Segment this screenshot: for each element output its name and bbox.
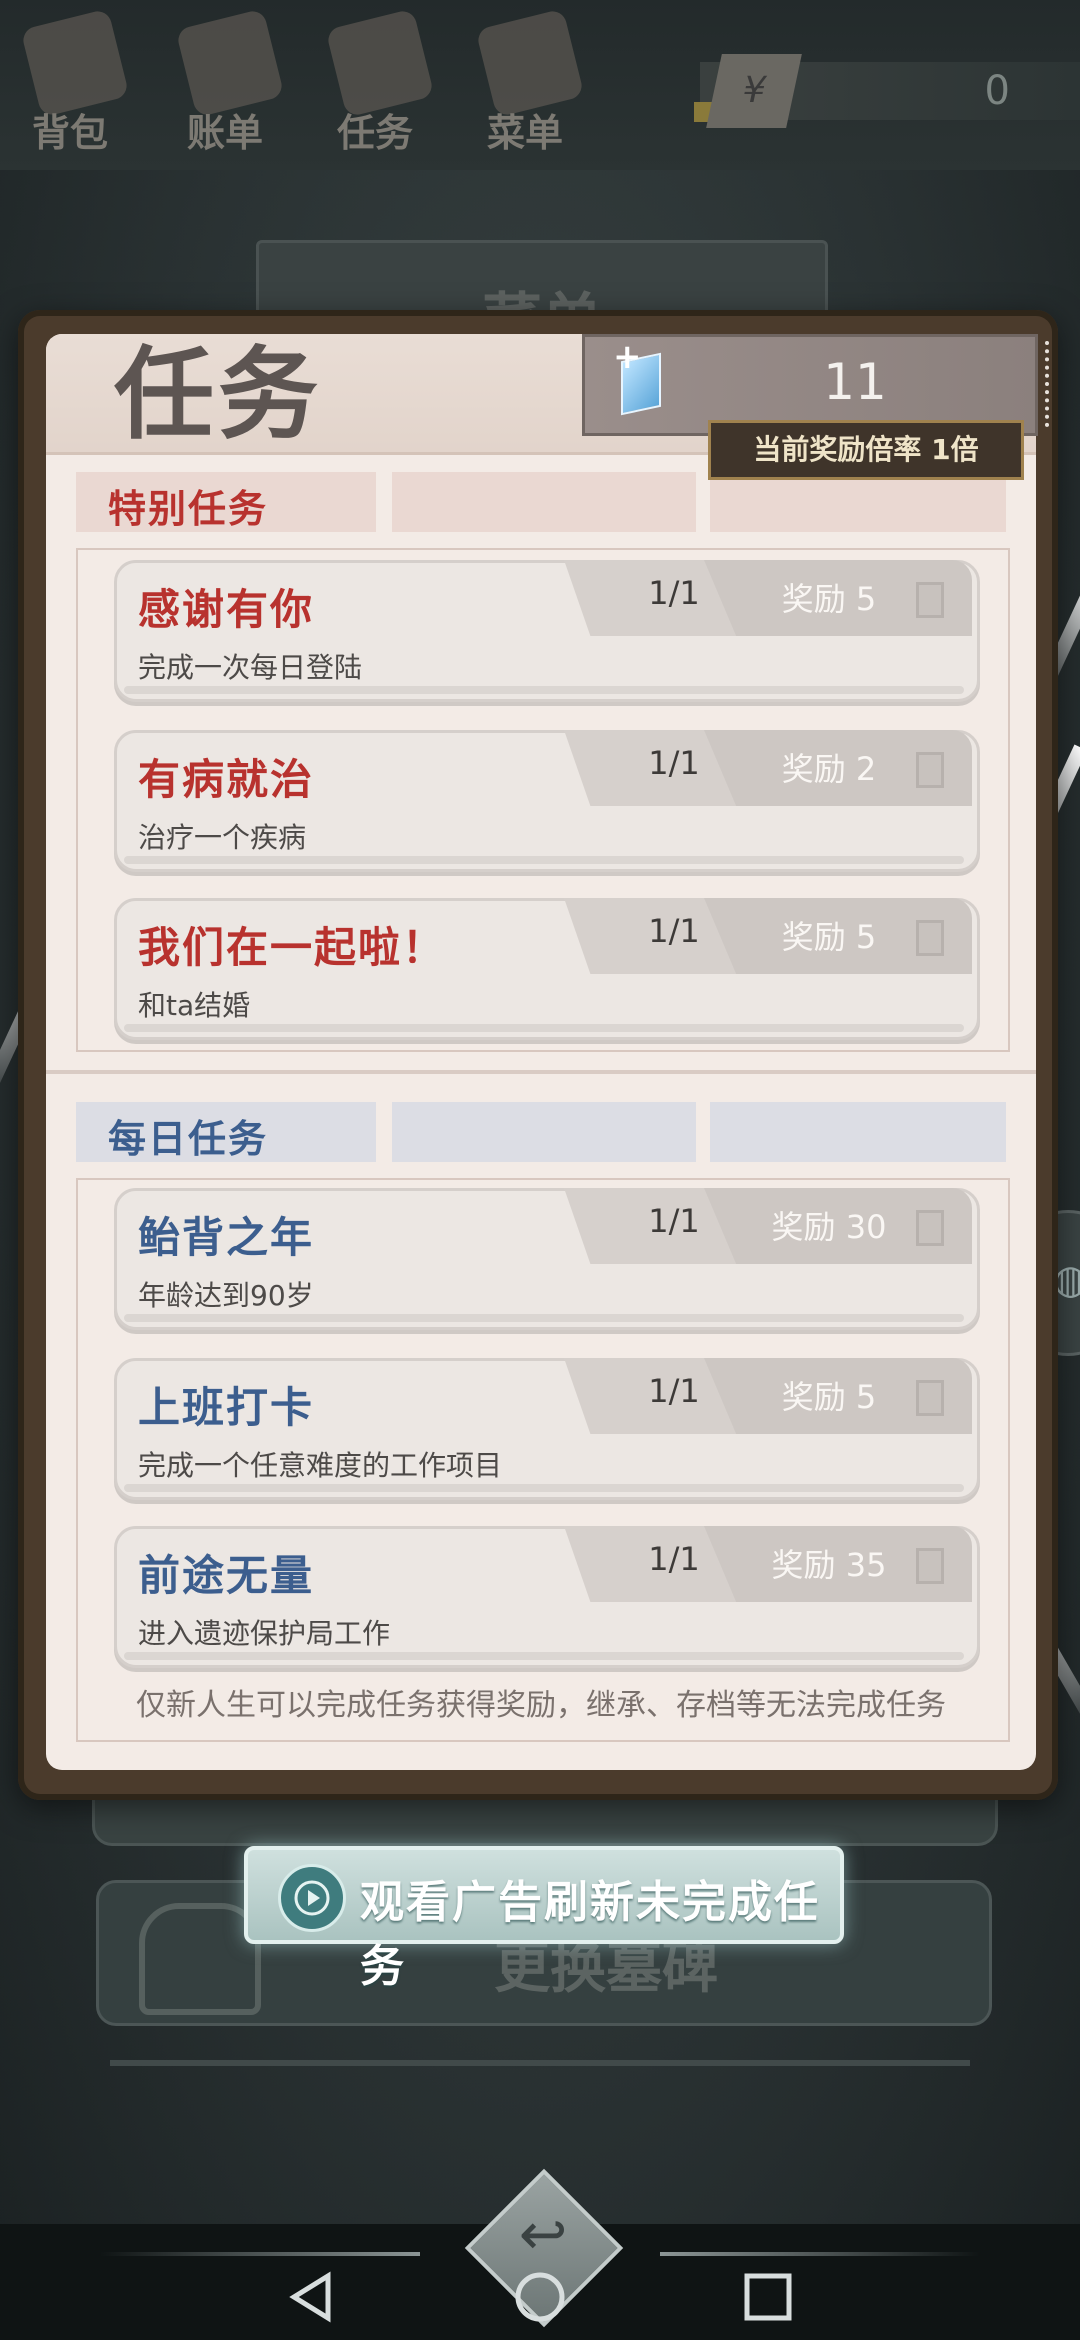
- watch-ad-refresh-button[interactable]: 观看广告刷新未完成任务: [244, 1846, 844, 1992]
- play-icon-svg: [294, 1880, 330, 1916]
- menu-button[interactable]: 菜单: [455, 8, 595, 160]
- menu-label: 菜单: [486, 111, 563, 155]
- special-tabs: 特别任务: [76, 472, 1006, 532]
- reward-count: 11: [823, 353, 887, 411]
- background-divider: [110, 2060, 970, 2066]
- quest-progress: 1/1: [648, 1202, 700, 1240]
- task-label: 任务: [336, 111, 413, 155]
- bill-button[interactable]: 账单: [155, 8, 295, 160]
- task-button[interactable]: 任务: [305, 8, 445, 160]
- panel-title: 任务: [114, 336, 322, 453]
- quest-desc: 进入遗迹保护局工作: [138, 1617, 391, 1650]
- nav-decor-line: [660, 2252, 980, 2256]
- quest-desc: 和ta结婚: [138, 989, 251, 1022]
- quest-item[interactable]: 我们在一起啦！ 和ta结婚 1/1 奖励 5: [114, 898, 980, 1040]
- quest-progress: 1/1: [648, 574, 700, 612]
- daily-tab-label: 每日任务: [108, 1117, 269, 1161]
- quest-item[interactable]: 有病就治 治疗一个疾病 1/1 奖励 2: [114, 730, 980, 872]
- reward-icon: [916, 752, 944, 788]
- quest-title: 上班打卡: [138, 1383, 315, 1432]
- recents-button[interactable]: [733, 2262, 803, 2332]
- home-icon: [515, 2272, 565, 2322]
- quest-item[interactable]: 上班打卡 完成一个任意难度的工作项目 1/1 奖励 5: [114, 1358, 980, 1500]
- special-tab-blank: [710, 472, 1006, 532]
- back-button[interactable]: [278, 2262, 348, 2332]
- task-note: 仅新人生可以完成任务获得奖励，继承、存档等无法完成任务: [136, 1688, 946, 1723]
- yen-icon: ¥: [706, 54, 802, 128]
- quest-reward: 奖励 35: [771, 1546, 887, 1584]
- special-tab: 特别任务: [76, 472, 376, 532]
- bill-label: 账单: [186, 111, 263, 155]
- special-tab-blank: [392, 472, 696, 532]
- quest-reward: 奖励 5: [781, 580, 877, 618]
- quest-title: 感谢有你: [138, 585, 315, 634]
- section-divider: [46, 1070, 1036, 1074]
- nav-decor-line: [100, 2252, 420, 2256]
- play-icon: [278, 1864, 346, 1932]
- quest-progress-bar: [124, 1652, 964, 1660]
- quest-desc: 完成一个任意难度的工作项目: [138, 1449, 503, 1482]
- home-button[interactable]: [505, 2262, 575, 2332]
- money-display: ¥ 0: [694, 54, 1080, 128]
- quest-progress-bar: [124, 1314, 964, 1322]
- reward-multiplier: 当前奖励倍率 1倍: [708, 420, 1024, 480]
- quest-progress: 1/1: [648, 1372, 700, 1410]
- lock-icon: [139, 1903, 261, 2015]
- daily-tabs: 每日任务: [76, 1102, 1006, 1162]
- quest-reward: 奖励 2: [781, 750, 877, 788]
- special-tab-label: 特别任务: [108, 487, 269, 531]
- plus-icon: +: [613, 337, 642, 377]
- daily-tab-blank: [710, 1102, 1006, 1162]
- quest-title: 鲐背之年: [138, 1213, 315, 1262]
- quest-reward: 奖励 5: [781, 1378, 877, 1416]
- quest-reward: 奖励 30: [771, 1208, 887, 1246]
- quest-reward: 奖励 5: [781, 918, 877, 956]
- daily-tab: 每日任务: [76, 1102, 376, 1162]
- money-value: 0: [984, 68, 1010, 114]
- quest-item[interactable]: 鲐背之年 年龄达到90岁 1/1 奖励 30: [114, 1188, 980, 1330]
- quest-item[interactable]: 感谢有你 完成一次每日登陆 1/1 奖励 5: [114, 560, 980, 702]
- reward-icon: [916, 1380, 944, 1416]
- watch-ad-label: 观看广告刷新未完成任务: [360, 1877, 820, 1992]
- reward-icon: [916, 582, 944, 618]
- quest-progress: 1/1: [648, 912, 700, 950]
- special-quest-list: 感谢有你 完成一次每日登陆 1/1 奖励 5 有病就治 治疗一个疾病 1/1 奖…: [76, 548, 1010, 1052]
- return-icon: ↩: [518, 2200, 568, 2268]
- daily-quest-list: 鲐背之年 年龄达到90岁 1/1 奖励 30 上班打卡 完成一个任意难度的工作项…: [76, 1178, 1010, 1742]
- daily-tab-blank: [392, 1102, 696, 1162]
- top-bar: 背包 账单 任务 菜单 ¥ 0: [0, 0, 1080, 170]
- quest-progress-bar: [124, 1024, 964, 1032]
- quest-panel: 任务 特别任务 感谢有你 完成一次每日登陆 1/1 奖励 5 有病就治 治疗一个…: [46, 334, 1036, 1770]
- quest-progress: 1/1: [648, 744, 700, 782]
- quest-progress: 1/1: [648, 1540, 700, 1578]
- quest-progress-bar: [124, 856, 964, 864]
- reward-icon: [916, 1210, 944, 1246]
- quest-item[interactable]: 前途无量 进入遗迹保护局工作 1/1 奖励 35: [114, 1526, 980, 1668]
- quest-desc: 年龄达到90岁: [138, 1279, 314, 1312]
- reward-icon: [916, 920, 944, 956]
- backpack-button[interactable]: 背包: [0, 8, 140, 160]
- quest-progress-bar: [124, 686, 964, 694]
- quest-desc: 治疗一个疾病: [138, 821, 307, 854]
- quest-title: 前途无量: [138, 1551, 315, 1600]
- quest-title: 有病就治: [138, 755, 315, 804]
- quest-progress-bar: [124, 1484, 964, 1492]
- reward-icon: [916, 1548, 944, 1584]
- counter-edge: [1035, 341, 1049, 427]
- recents-icon: [744, 2273, 792, 2321]
- back-icon: [289, 2271, 331, 2323]
- quest-desc: 完成一次每日登陆: [138, 651, 363, 684]
- quest-title: 我们在一起啦！: [138, 923, 447, 972]
- backpack-label: 背包: [31, 111, 108, 155]
